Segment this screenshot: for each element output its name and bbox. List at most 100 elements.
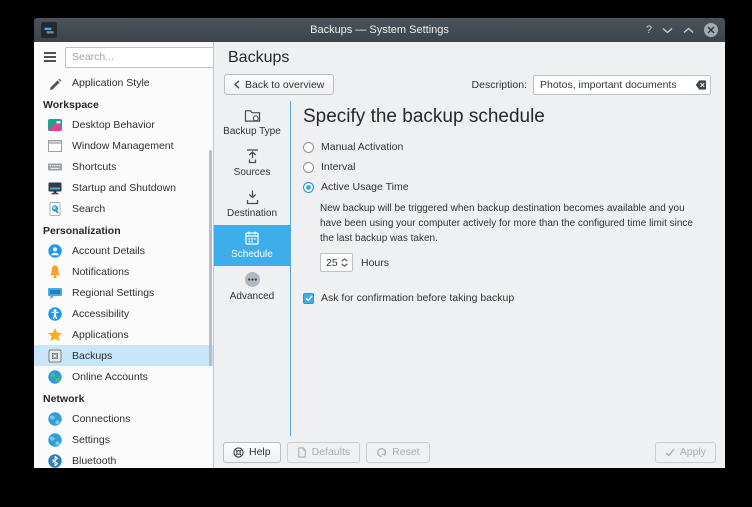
sidebar: Application Style Workspace Desktop Beha… xyxy=(34,42,214,468)
sidebar-item-bluetooth[interactable]: Bluetooth xyxy=(34,450,213,468)
app-icon xyxy=(41,22,57,38)
sidebar-item-desktop-behavior[interactable]: Desktop Behavior xyxy=(34,114,213,135)
sidebar-item-label: Online Accounts xyxy=(72,371,148,383)
hours-spinbox-input[interactable] xyxy=(321,254,340,271)
sidebar-item-network-settings[interactable]: Settings xyxy=(34,429,213,450)
radio-label: Manual Activation xyxy=(321,141,403,153)
help-button-label: Help xyxy=(249,446,271,458)
tab-sources[interactable]: Sources xyxy=(214,143,290,184)
search-input[interactable] xyxy=(65,47,214,68)
apply-button-label: Apply xyxy=(680,446,706,458)
description-label: Description: xyxy=(472,79,527,91)
chevron-left-icon xyxy=(234,80,240,89)
radio-icon xyxy=(303,162,314,173)
reset-button[interactable]: Reset xyxy=(366,442,429,463)
close-button[interactable] xyxy=(704,23,718,37)
spin-down-icon[interactable] xyxy=(341,263,348,267)
sidebar-scrollbar[interactable] xyxy=(209,150,212,366)
desktop-background: Backups — System Settings ? xyxy=(0,0,752,507)
sidebar-item-label: Account Details xyxy=(72,245,145,257)
sidebar-item-label: Accessibility xyxy=(72,308,129,320)
accessibility-icon xyxy=(47,306,63,322)
sidebar-item-account-details[interactable]: Account Details xyxy=(34,240,213,261)
sidebar-item-label: Applications xyxy=(72,329,129,341)
window-title: Backups — System Settings xyxy=(34,24,725,36)
sidebar-item-search[interactable]: Search xyxy=(34,198,213,219)
tab-label: Destination xyxy=(227,208,277,219)
maximize-icon[interactable] xyxy=(683,27,694,34)
tab-backup-type[interactable]: Backup Type xyxy=(214,103,290,143)
desktop-behavior-icon xyxy=(47,117,63,133)
clear-text-icon[interactable] xyxy=(695,79,707,91)
sidebar-item-startup-shutdown[interactable]: Startup and Shutdown xyxy=(34,177,213,198)
sidebar-item-regional-settings[interactable]: Regional Settings xyxy=(34,282,213,303)
sidebar-item-label: Window Management xyxy=(72,140,174,152)
apply-check-icon xyxy=(665,448,675,457)
spin-up-icon[interactable] xyxy=(341,258,348,262)
tab-schedule[interactable]: Schedule xyxy=(214,225,290,266)
sidebar-item-label: Regional Settings xyxy=(72,287,154,299)
tab-destination[interactable]: Destination xyxy=(214,184,290,225)
defaults-icon xyxy=(297,447,307,458)
sidebar-item-online-accounts[interactable]: Online Accounts xyxy=(34,366,213,387)
apply-button[interactable]: Apply xyxy=(655,442,716,463)
tab-label: Schedule xyxy=(231,249,273,260)
tab-label: Advanced xyxy=(230,291,274,302)
panel-heading: Specify the backup schedule xyxy=(303,106,709,128)
description-input[interactable] xyxy=(533,75,711,95)
radio-active-usage-time[interactable]: Active Usage Time xyxy=(303,181,709,193)
radio-label: Active Usage Time xyxy=(321,181,409,193)
titlebar[interactable]: Backups — System Settings ? xyxy=(34,18,725,42)
schedule-info-text: New backup will be triggered when backup… xyxy=(320,201,709,246)
help-button[interactable]: Help xyxy=(223,442,281,463)
defaults-button[interactable]: Defaults xyxy=(287,442,361,463)
account-details-icon xyxy=(47,243,63,259)
menu-icon[interactable] xyxy=(42,50,58,64)
reset-button-label: Reset xyxy=(392,446,419,458)
sidebar-item-label: Backups xyxy=(72,350,112,362)
startup-shutdown-icon xyxy=(47,180,63,196)
sidebar-item-applications[interactable]: Applications xyxy=(34,324,213,345)
sidebar-item-label: Startup and Shutdown xyxy=(72,182,176,194)
titlebar-help-button[interactable]: ? xyxy=(646,25,652,36)
schedule-icon xyxy=(244,230,260,246)
sidebar-item-notifications[interactable]: Notifications xyxy=(34,261,213,282)
sidebar-section-network: Network xyxy=(34,387,213,408)
backup-type-icon xyxy=(244,108,261,123)
radio-checked-icon xyxy=(303,182,314,193)
radio-manual-activation[interactable]: Manual Activation xyxy=(303,141,709,153)
check-mark-icon xyxy=(305,295,313,302)
search-module-icon xyxy=(47,201,63,217)
back-to-overview-label: Back to overview xyxy=(245,79,324,91)
help-icon xyxy=(233,447,244,458)
notifications-icon xyxy=(47,264,63,280)
spinbox-arrows[interactable] xyxy=(340,254,352,271)
tab-label: Sources xyxy=(234,167,271,178)
sidebar-item-connections[interactable]: Connections xyxy=(34,408,213,429)
sidebar-item-backups[interactable]: Backups xyxy=(34,345,213,366)
hours-unit-label: Hours xyxy=(361,257,389,269)
sidebar-item-application-style[interactable]: Application Style xyxy=(34,72,213,93)
backup-tabstrip: Backup Type Sources xyxy=(214,101,290,436)
hours-spinbox[interactable] xyxy=(320,253,353,272)
sidebar-item-label: Settings xyxy=(72,434,110,446)
backups-icon xyxy=(47,348,63,364)
connections-icon xyxy=(47,411,63,427)
backspace-icon xyxy=(695,79,707,91)
sidebar-section-personalization: Personalization xyxy=(34,219,213,240)
radio-interval[interactable]: Interval xyxy=(303,161,709,173)
sidebar-item-window-management[interactable]: Window Management xyxy=(34,135,213,156)
back-to-overview-button[interactable]: Back to overview xyxy=(224,74,334,95)
sidebar-item-label: Notifications xyxy=(72,266,129,278)
system-settings-window: Backups — System Settings ? xyxy=(34,18,725,468)
tab-label: Backup Type xyxy=(223,126,281,137)
sidebar-item-accessibility[interactable]: Accessibility xyxy=(34,303,213,324)
minimize-icon[interactable] xyxy=(662,27,673,34)
sidebar-item-label: Desktop Behavior xyxy=(72,119,155,131)
online-accounts-icon xyxy=(47,369,63,385)
sidebar-item-shortcuts[interactable]: Shortcuts xyxy=(34,156,213,177)
reset-undo-icon xyxy=(376,447,387,458)
sidebar-item-label: Connections xyxy=(72,413,130,425)
confirm-checkbox-row[interactable]: Ask for confirmation before taking backu… xyxy=(303,292,709,304)
tab-advanced[interactable]: Advanced xyxy=(214,266,290,308)
